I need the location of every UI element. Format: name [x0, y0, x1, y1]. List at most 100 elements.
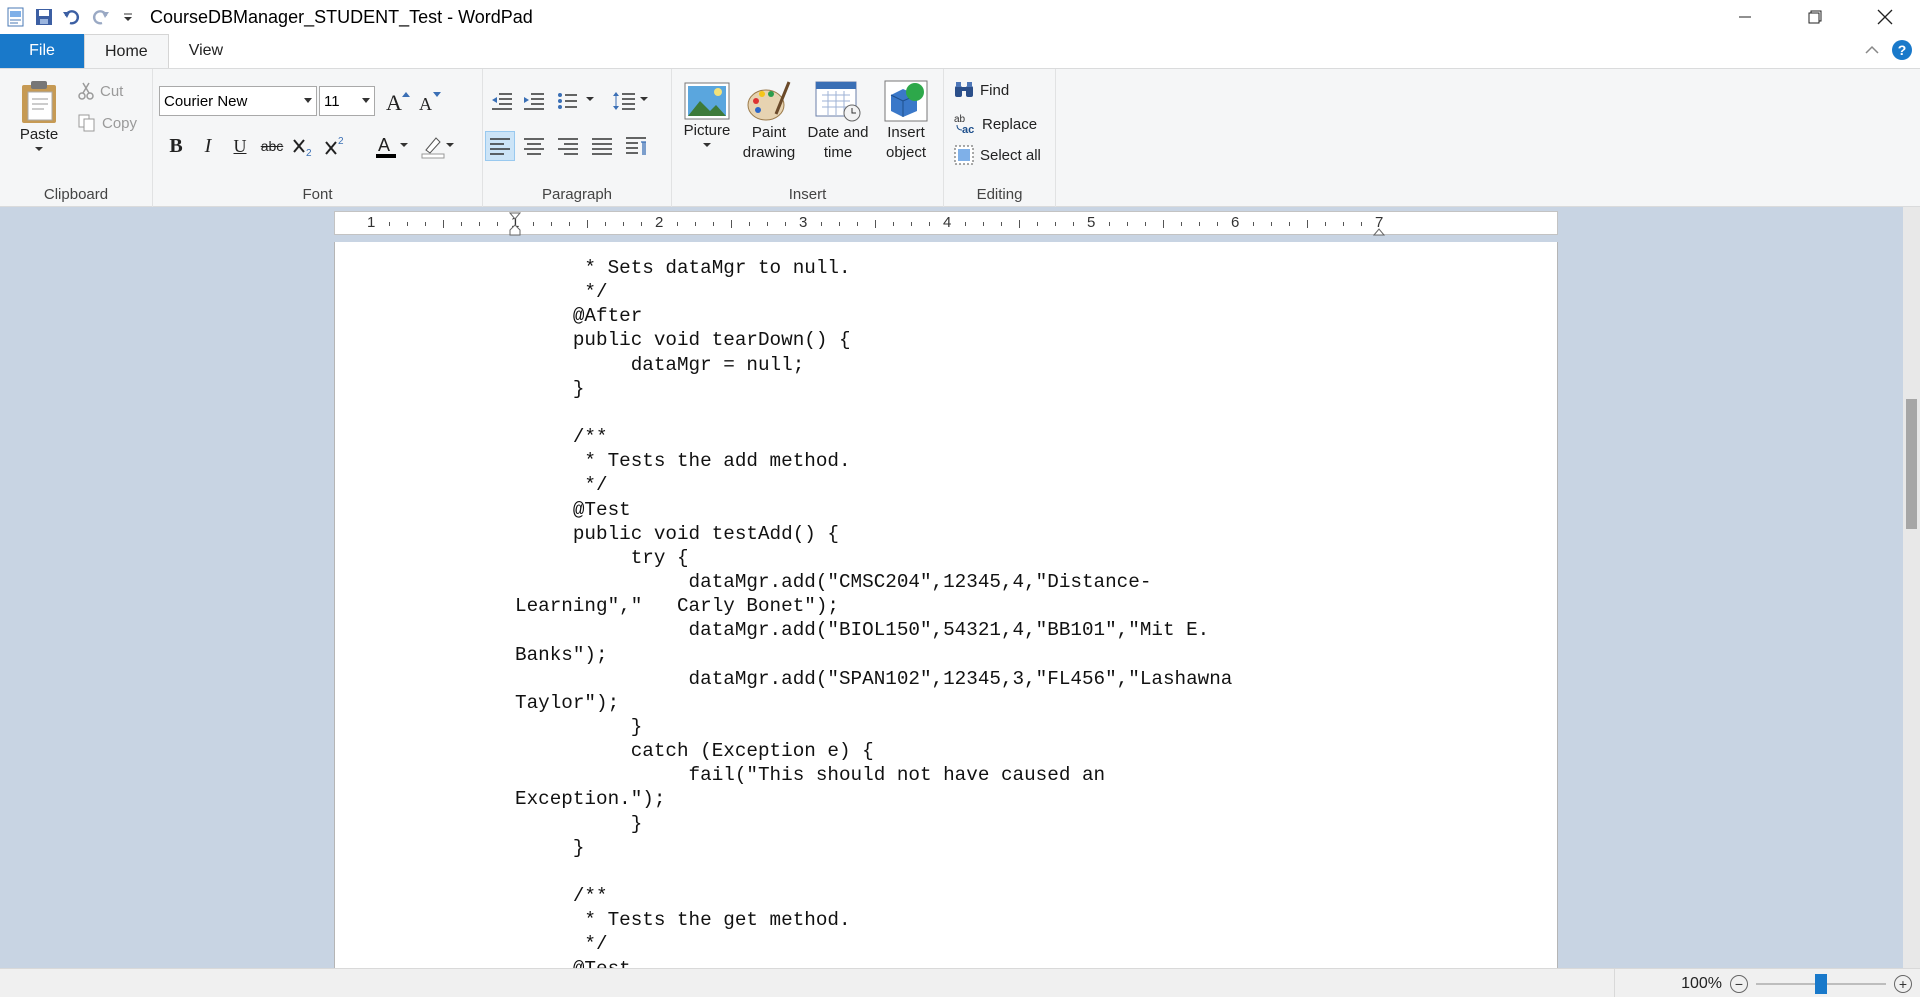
strikethrough-button[interactable]: abc: [257, 131, 287, 161]
document-line[interactable]: }: [515, 812, 1232, 836]
document-line[interactable]: }: [515, 377, 1232, 401]
wordpad-app-icon[interactable]: [2, 3, 30, 31]
paint-drawing-button[interactable]: Paint drawing: [740, 79, 798, 163]
help-icon[interactable]: ?: [1892, 40, 1912, 60]
decrease-indent-icon[interactable]: [487, 86, 517, 116]
document-line[interactable]: @Test: [515, 498, 1232, 522]
tab-file[interactable]: File: [0, 34, 84, 68]
copy-button[interactable]: Copy: [78, 114, 137, 132]
document-line[interactable]: */: [515, 280, 1232, 304]
zoom-slider-thumb[interactable]: [1815, 973, 1827, 994]
replace-button[interactable]: ab ac Replace: [954, 113, 1037, 135]
zoom-in-icon[interactable]: +: [1894, 974, 1912, 993]
font-family-select[interactable]: Courier New: [159, 86, 317, 116]
vertical-scrollbar[interactable]: [1903, 207, 1920, 968]
right-indent-marker-icon[interactable]: [1373, 220, 1385, 236]
line-spacing-dropdown-icon[interactable]: [639, 95, 649, 105]
underline-button[interactable]: U: [225, 131, 255, 161]
align-left-icon[interactable]: [485, 131, 515, 161]
paste-button[interactable]: Paste: [14, 79, 64, 153]
first-line-indent-marker-icon[interactable]: [509, 212, 521, 236]
shrink-font-icon[interactable]: A: [415, 86, 445, 116]
document-line[interactable]: try {: [515, 546, 1232, 570]
date-time-button[interactable]: Date and time: [802, 79, 874, 163]
bullet-list-icon[interactable]: [555, 86, 585, 116]
document-line[interactable]: dataMgr.add("BIOL150",54321,4,"BB101","M…: [515, 618, 1232, 642]
replace-label: Replace: [982, 115, 1038, 133]
document-line[interactable]: public void tearDown() {: [515, 328, 1232, 352]
document-line[interactable]: */: [515, 932, 1232, 956]
justify-icon[interactable]: [587, 131, 617, 161]
grow-font-icon[interactable]: A: [383, 86, 413, 116]
undo-icon[interactable]: [58, 3, 86, 31]
document-line[interactable]: Learning"," Carly Bonet");: [515, 594, 1232, 618]
editing-group-label: Editing: [976, 186, 1023, 203]
close-icon[interactable]: [1850, 0, 1920, 34]
document-line[interactable]: @After: [515, 304, 1232, 328]
document-line[interactable]: catch (Exception e) {: [515, 739, 1232, 763]
bold-button[interactable]: B: [161, 131, 191, 161]
paragraph-settings-icon[interactable]: [621, 131, 651, 161]
italic-button[interactable]: I: [193, 131, 223, 161]
minimize-ribbon-icon[interactable]: [1864, 42, 1880, 59]
document-line[interactable]: dataMgr.add("CMSC204",12345,4,"Distance-: [515, 570, 1232, 594]
document-page[interactable]: * Sets dataMgr to null. */ @After public…: [334, 242, 1558, 968]
document-line[interactable]: [515, 401, 1232, 425]
document-line[interactable]: dataMgr = null;: [515, 353, 1232, 377]
picture-dropdown-icon[interactable]: [702, 141, 712, 149]
document-line[interactable]: @Test: [515, 957, 1232, 968]
ruler[interactable]: 11234567: [334, 211, 1558, 236]
document-line[interactable]: */: [515, 473, 1232, 497]
ruler-tick: [857, 222, 858, 226]
insert-group: Picture Paint drawing Date and time Inse…: [672, 69, 944, 207]
document-line[interactable]: fail("This should not have caused an: [515, 763, 1232, 787]
cut-button[interactable]: Cut: [78, 82, 123, 100]
insert-object-button[interactable]: Insert object: [878, 79, 934, 163]
minimize-icon[interactable]: [1710, 0, 1780, 34]
document-line[interactable]: /**: [515, 425, 1232, 449]
align-right-icon[interactable]: [553, 131, 583, 161]
bullet-list-dropdown-icon[interactable]: [585, 95, 595, 105]
document-line[interactable]: * Tests the get method.: [515, 908, 1232, 932]
increase-indent-icon[interactable]: [519, 86, 549, 116]
superscript-icon[interactable]: 2: [321, 131, 351, 161]
ruler-label: 6: [1231, 214, 1240, 231]
vertical-scrollbar-thumb[interactable]: [1906, 399, 1917, 529]
font-size-dropdown-icon: [362, 98, 370, 103]
ruler-tick: [1055, 222, 1056, 226]
subscript-icon[interactable]: 2: [289, 131, 319, 161]
document-line[interactable]: dataMgr.add("SPAN102",12345,3,"FL456","L…: [515, 667, 1233, 691]
document-line[interactable]: Banks");: [515, 643, 1232, 667]
ruler-tick: [443, 220, 444, 228]
highlight-dropdown-icon[interactable]: [445, 141, 455, 151]
align-center-icon[interactable]: [519, 131, 549, 161]
zoom-out-icon[interactable]: −: [1730, 974, 1748, 993]
zoom-level[interactable]: 100%: [1681, 975, 1722, 993]
document-line[interactable]: Exception.");: [515, 787, 1232, 811]
document-line[interactable]: * Sets dataMgr to null.: [515, 256, 1232, 280]
document-text[interactable]: * Sets dataMgr to null. */ @After public…: [515, 256, 1232, 968]
document-line[interactable]: }: [515, 836, 1232, 860]
picture-icon: [684, 82, 730, 120]
zoom-slider[interactable]: [1756, 973, 1886, 994]
paste-dropdown-icon[interactable]: [34, 145, 44, 153]
font-color-dropdown-icon[interactable]: [399, 141, 409, 151]
save-icon[interactable]: [30, 3, 58, 31]
tab-home[interactable]: Home: [84, 34, 169, 68]
find-button[interactable]: Find: [954, 81, 1009, 99]
redo-icon[interactable]: [86, 3, 114, 31]
customize-qat-icon[interactable]: [114, 3, 142, 31]
document-line[interactable]: Taylor");: [515, 691, 1232, 715]
document-line[interactable]: * Tests the add method.: [515, 449, 1232, 473]
restore-icon[interactable]: [1780, 0, 1850, 34]
select-all-button[interactable]: Select all: [954, 145, 1041, 165]
tab-view[interactable]: View: [169, 34, 243, 68]
insert-picture-button[interactable]: Picture: [680, 81, 734, 149]
document-line[interactable]: }: [515, 715, 1232, 739]
document-line[interactable]: /**: [515, 884, 1232, 908]
line-spacing-icon[interactable]: [609, 86, 639, 116]
ruler-tick: [929, 222, 930, 226]
document-line[interactable]: [515, 860, 1232, 884]
font-size-select[interactable]: 11: [319, 86, 375, 116]
document-line[interactable]: public void testAdd() {: [515, 522, 1232, 546]
